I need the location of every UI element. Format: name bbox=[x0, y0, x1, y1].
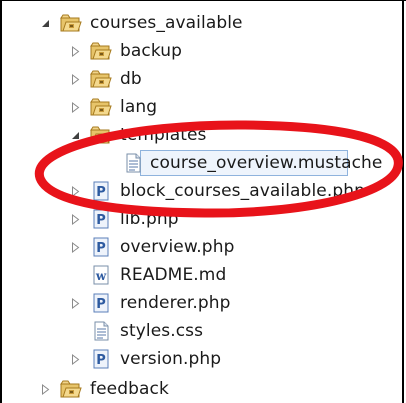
tree-item-label: overview.php bbox=[120, 237, 235, 257]
php-file-icon: P bbox=[90, 348, 112, 370]
svg-text:P: P bbox=[96, 213, 106, 228]
collapsed-arrow-icon[interactable] bbox=[70, 38, 80, 64]
svg-text:w: w bbox=[95, 269, 107, 283]
tree-item-label: db bbox=[120, 69, 142, 89]
package-folder-icon bbox=[90, 40, 112, 62]
tree-item-backup[interactable]: backup bbox=[70, 38, 182, 64]
package-folder-icon bbox=[60, 378, 82, 400]
tree-item-readme-md[interactable]: w README.md bbox=[90, 262, 226, 288]
tree-item-courses-available[interactable]: courses_available bbox=[40, 10, 243, 36]
svg-text:P: P bbox=[96, 297, 106, 312]
package-folder-icon bbox=[60, 12, 82, 34]
tree-item-label: version.php bbox=[120, 349, 222, 369]
tree-item-label: templates bbox=[120, 125, 207, 145]
tree-item-templates[interactable]: templates bbox=[70, 122, 207, 148]
tree-item-feedback[interactable]: feedback bbox=[40, 376, 169, 402]
collapsed-arrow-icon[interactable] bbox=[70, 94, 80, 120]
svg-text:P: P bbox=[96, 185, 106, 200]
tree-item-renderer-php[interactable]: P renderer.php bbox=[70, 290, 231, 316]
php-file-icon: P bbox=[90, 208, 112, 230]
tree-item-label: styles.css bbox=[120, 321, 204, 341]
tree-item-db[interactable]: db bbox=[70, 66, 142, 92]
tree-item-overview-php[interactable]: P overview.php bbox=[70, 234, 234, 260]
word-file-icon: w bbox=[90, 264, 112, 286]
tree-item-block-courses-available-php[interactable]: P block_courses_available.php bbox=[70, 178, 365, 204]
package-folder-icon bbox=[90, 96, 112, 118]
tree-item-version-php[interactable]: P version.php bbox=[70, 346, 221, 372]
tree-item-course-overview-mustache[interactable]: course_overview.mustache bbox=[122, 150, 382, 176]
frame-border-right bbox=[402, 0, 404, 403]
collapsed-arrow-icon[interactable] bbox=[70, 178, 80, 204]
tree-item-label: renderer.php bbox=[120, 293, 231, 313]
tree-item-label: backup bbox=[120, 41, 183, 61]
collapsed-arrow-icon[interactable] bbox=[70, 66, 80, 92]
php-file-icon: P bbox=[90, 292, 112, 314]
tree-item-label: feedback bbox=[90, 379, 169, 399]
expanded-arrow-icon[interactable] bbox=[70, 122, 80, 148]
package-folder-icon bbox=[90, 68, 112, 90]
collapsed-arrow-icon[interactable] bbox=[70, 290, 80, 316]
text-file-icon bbox=[122, 152, 144, 174]
package-folder-icon bbox=[90, 124, 112, 146]
text-file-icon bbox=[90, 320, 112, 342]
collapsed-arrow-icon[interactable] bbox=[70, 206, 80, 232]
collapsed-arrow-icon[interactable] bbox=[70, 346, 80, 372]
php-file-icon: P bbox=[90, 180, 112, 202]
tree-item-label: course_overview.mustache bbox=[150, 153, 383, 173]
tree-item-label: lang bbox=[120, 97, 158, 117]
tree-item-label: courses_available bbox=[90, 13, 243, 33]
collapsed-arrow-icon[interactable] bbox=[70, 234, 80, 260]
tree-item-lib-php[interactable]: P lib.php bbox=[70, 206, 179, 232]
tree-item-styles-css[interactable]: styles.css bbox=[90, 318, 203, 344]
tree-item-label: lib.php bbox=[120, 209, 179, 229]
tree-item-label: README.md bbox=[120, 265, 227, 285]
expanded-arrow-icon[interactable] bbox=[40, 10, 50, 36]
svg-text:P: P bbox=[96, 241, 106, 256]
collapsed-arrow-icon[interactable] bbox=[40, 376, 50, 402]
svg-text:P: P bbox=[96, 353, 106, 368]
project-explorer-tree: courses_available backup db lang templat… bbox=[0, 0, 402, 403]
tree-item-label: block_courses_available.php bbox=[120, 181, 365, 201]
tree-item-lang[interactable]: lang bbox=[70, 94, 157, 120]
php-file-icon: P bbox=[90, 236, 112, 258]
